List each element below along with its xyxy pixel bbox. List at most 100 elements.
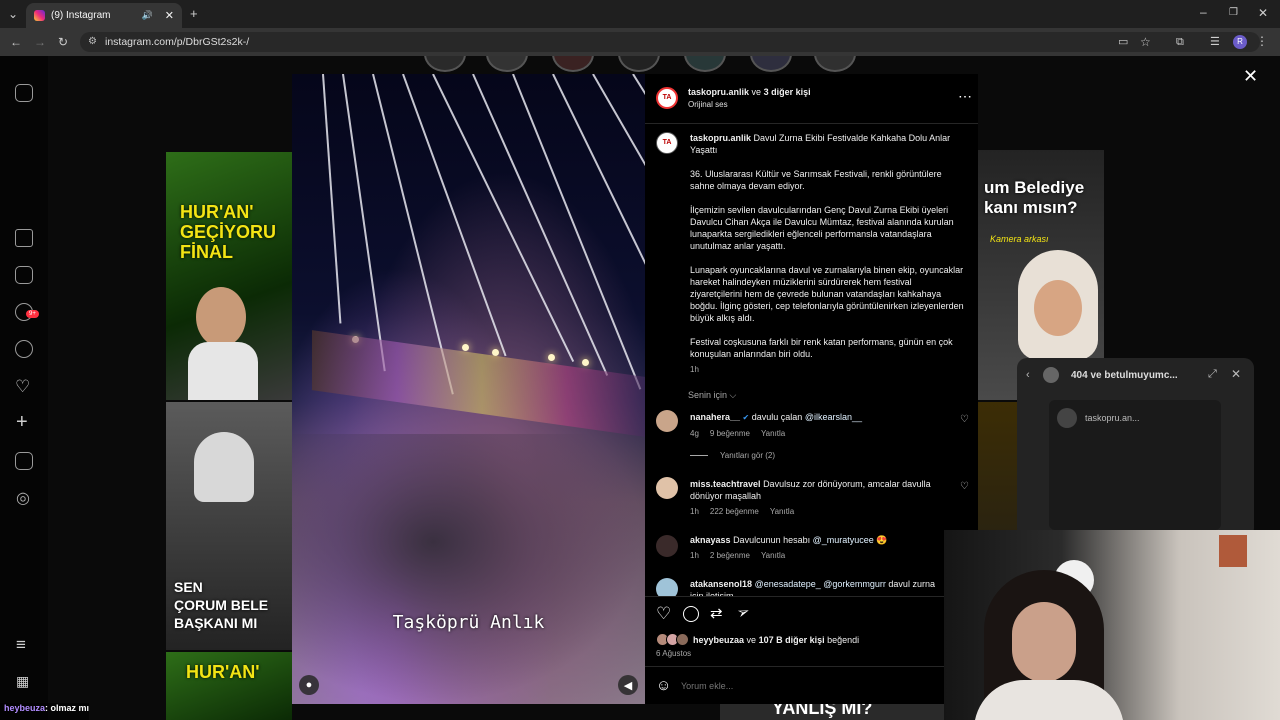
mini-preview-avatar <box>1057 408 1077 428</box>
mini-close-icon[interactable]: ✕ <box>1231 367 1241 381</box>
story-avatar[interactable] <box>750 56 792 72</box>
mini-preview: taskopru.an... <box>1049 400 1221 530</box>
forward-icon[interactable]: → <box>34 36 46 48</box>
story-avatar[interactable] <box>486 56 528 72</box>
chevron-down-icon: ⌵ <box>729 390 737 400</box>
reply-button[interactable]: Yanıtla <box>761 429 785 438</box>
reading-list-icon[interactable]: ☰ <box>1210 36 1220 48</box>
grid-thumbnail[interactable]: SEN ÇORUM BELE BAŞKANI MI <box>166 402 292 650</box>
input-divider <box>645 666 978 667</box>
window-close-icon[interactable]: ✕ <box>1258 7 1268 19</box>
commenter-avatar[interactable] <box>656 578 678 596</box>
comment-like-heart-icon[interactable]: ♡ <box>960 414 969 425</box>
close-modal-icon[interactable]: ✕ <box>1243 66 1258 87</box>
restore-icon[interactable]: ❐ <box>1229 7 1238 19</box>
comment-mention-link[interactable]: @enesadatepe_ @gorkemmgurr <box>755 579 886 589</box>
site-info-icon[interactable]: ⚙ <box>88 32 97 52</box>
thumbnail-title: SEN ÇORUM BELE BAŞKANI MI <box>174 579 269 631</box>
instagram-logo-icon[interactable] <box>15 84 33 102</box>
audio-link[interactable]: Orijinal ses <box>688 100 728 109</box>
reels-icon[interactable] <box>15 266 33 284</box>
header-connector: ve <box>751 87 762 97</box>
thumbnail-title: HUR'AN' <box>186 662 260 682</box>
reply-button[interactable]: Yanıtla <box>761 551 785 560</box>
repost-icon[interactable]: ⇄ <box>710 604 723 622</box>
comment-mention-link[interactable]: @ilkearslan__ <box>805 412 862 422</box>
comment-username-link[interactable]: nanahera__ <box>690 412 740 422</box>
instagram-sidebar: 9+ ♡ + ◎ ≡ ▦ <box>0 56 48 720</box>
grid-thumbnail[interactable]: YANLIŞ MI? <box>720 698 960 720</box>
caption-username-link[interactable]: taskopru.anlik <box>690 133 751 143</box>
comment-like-heart-icon[interactable]: ♡ <box>960 481 969 492</box>
grid-thumbnail[interactable]: HUR'AN' GEÇİYORU FİNAL <box>166 152 292 400</box>
bookmark-star-icon[interactable]: ☆ <box>1140 36 1151 48</box>
emoji-picker-icon[interactable]: ☺ <box>656 677 671 694</box>
new-tab-icon[interactable]: + <box>190 7 198 20</box>
commenter-avatar[interactable] <box>656 410 678 432</box>
profile-avatar[interactable]: R <box>1233 35 1247 49</box>
threads-icon[interactable]: ◎ <box>16 488 30 508</box>
mini-back-chevron-icon[interactable]: ‹ <box>1026 369 1030 381</box>
thumbnail-title: HUR'AN' GEÇİYORU FİNAL <box>180 202 277 262</box>
home-icon[interactable] <box>15 229 33 247</box>
minimize-icon[interactable]: – <box>1200 6 1207 18</box>
thumbnail-face <box>1034 280 1082 336</box>
share-send-icon[interactable]: ➢ <box>734 601 753 622</box>
comment-username-link[interactable]: atakansenol18 <box>690 579 752 589</box>
more-options-icon[interactable]: ⋯ <box>958 88 972 105</box>
notifications-heart-icon[interactable]: ♡ <box>15 377 30 397</box>
browser-tab[interactable]: (9) Instagram 🔊 ✕ <box>26 3 182 28</box>
menu-kebab-icon[interactable]: ⋮ <box>1256 35 1268 47</box>
search-icon[interactable] <box>15 340 33 358</box>
also-from-meta-icon[interactable]: ▦ <box>16 673 29 690</box>
comment-bubble-icon[interactable] <box>683 606 699 622</box>
comment-sort-dropdown[interactable]: Senin için ⌵ <box>688 390 736 401</box>
tab-search-icon[interactable]: ⌄ <box>8 8 18 20</box>
commenter-avatar[interactable] <box>656 535 678 557</box>
extensions-icon[interactable]: ⧉ <box>1176 36 1184 48</box>
create-plus-icon[interactable]: + <box>16 412 28 432</box>
grid-thumbnail[interactable]: HUR'AN' <box>166 652 292 720</box>
stream-chat-line: heybeuza: olmaz mı <box>0 703 90 720</box>
dashboard-icon[interactable] <box>15 452 33 470</box>
author-username-link[interactable]: taskopru.anlik <box>688 87 749 97</box>
speaker-icon[interactable]: 🔊 <box>142 10 153 21</box>
liker-avatars <box>656 633 690 646</box>
tagged-users-icon[interactable]: ● <box>299 675 319 695</box>
replies-line <box>690 455 708 456</box>
post-video[interactable]: Taşköprü Anlık ● ◀ <box>292 74 645 704</box>
comment-username-link[interactable]: miss.teachtravel <box>690 479 761 489</box>
comment-mention-link[interactable]: @_muratyucee <box>813 535 874 545</box>
author-avatar[interactable]: TA <box>656 87 678 109</box>
tab-close-icon[interactable]: ✕ <box>165 9 174 22</box>
story-avatar[interactable] <box>618 56 660 72</box>
comment-likes[interactable]: 222 beğenme <box>710 507 759 516</box>
reply-button[interactable]: Yanıtla <box>770 507 794 516</box>
comment-text: davulu çalan <box>751 412 803 422</box>
liked-others-link[interactable]: 107 B diğer kişi <box>759 635 825 645</box>
reload-icon[interactable]: ↻ <box>58 36 68 48</box>
story-avatar[interactable] <box>552 56 594 72</box>
caption-author-avatar[interactable]: TA <box>656 132 678 154</box>
liked-by-user-link[interactable]: heyybeuzaa <box>693 635 744 645</box>
mute-toggle-icon[interactable]: ◀ <box>618 675 638 695</box>
comment-time: 4g <box>690 429 699 438</box>
story-avatar[interactable] <box>424 56 466 72</box>
expand-icon[interactable]: ⤢ <box>1208 368 1217 381</box>
story-avatar[interactable] <box>814 56 856 72</box>
commenter-avatar[interactable] <box>656 477 678 499</box>
comment-likes[interactable]: 2 beğenme <box>710 551 750 560</box>
address-input[interactable]: ⚙ instagram.com/p/DbrGSt2s2k-/ ▭ ☆ ⧉ ☰ R… <box>80 32 1268 52</box>
mini-player[interactable]: ‹ 404 ve betulmuyumc... ⤢ ✕ taskopru.an.… <box>1017 358 1254 538</box>
comment-username-link[interactable]: aknayass <box>690 535 731 545</box>
more-menu-icon[interactable]: ≡ <box>16 635 26 655</box>
view-replies-button[interactable]: Yanıtları gör (2) <box>690 451 775 460</box>
back-icon[interactable]: ← <box>10 36 22 48</box>
story-avatar[interactable] <box>684 56 726 72</box>
comment-likes[interactable]: 9 beğenme <box>710 429 750 438</box>
thumbnail-person <box>194 432 254 502</box>
comment-input[interactable] <box>681 677 961 695</box>
cast-icon[interactable]: ▭ <box>1118 36 1128 48</box>
collaborators-link[interactable]: 3 diğer kişi <box>764 87 811 97</box>
like-heart-icon[interactable]: ♡ <box>656 604 671 624</box>
